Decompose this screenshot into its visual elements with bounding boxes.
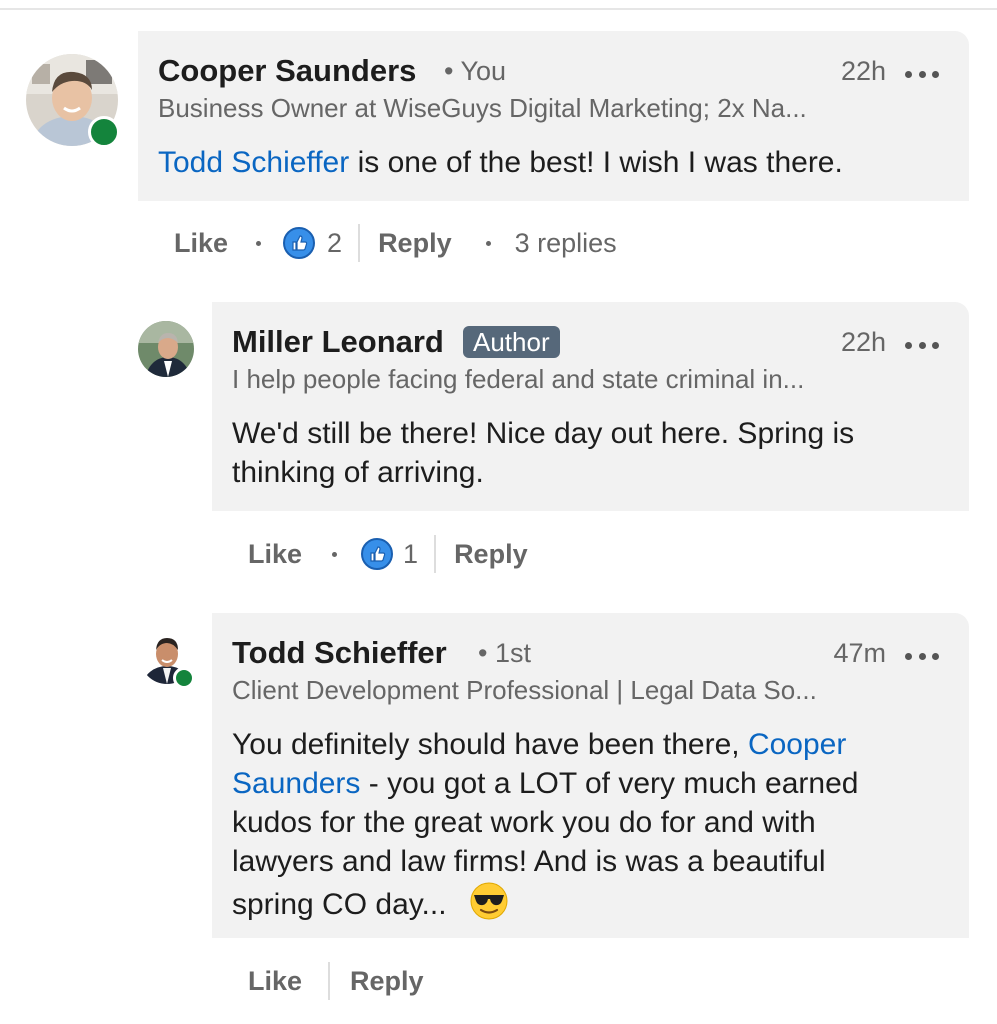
comment-text-line: spring CO day...: [232, 881, 962, 931]
separator-dot: [485, 240, 491, 246]
online-status-indicator: [173, 667, 195, 689]
mention-todd-schieffer[interactable]: Todd Schieffer: [158, 146, 349, 179]
comment-text: We'd still be there! Nice day out here. …: [232, 414, 962, 492]
comment-actions-cooper: Like 2 Reply 3 replies: [174, 223, 617, 263]
mention-cooper-saunders[interactable]: Saunders: [232, 767, 360, 800]
top-divider: [0, 8, 997, 10]
comment-time: 22h: [840, 56, 886, 86]
comment-text-body: is one of the best! I wish I was there.: [349, 146, 843, 179]
commenter-name[interactable]: Cooper Saunders: [158, 53, 416, 89]
online-status-indicator: [88, 116, 120, 148]
commenter-name[interactable]: Todd Schieffer: [232, 635, 447, 671]
comment-text: You definitely should have been there, C…: [232, 725, 962, 931]
comment-text-body: - you got a LOT of very much earned: [360, 767, 859, 800]
like-reaction-icon[interactable]: [283, 227, 316, 259]
like-button[interactable]: Like: [174, 228, 228, 259]
reply-button[interactable]: Reply: [454, 539, 528, 570]
comment-actions-todd: Like Reply: [248, 961, 424, 1001]
commenter-headline: I help people facing federal and state c…: [232, 364, 805, 394]
connection-degree: • 1st: [478, 638, 531, 668]
comment-actions-miller: Like 1 Reply: [248, 534, 528, 574]
commenter-name[interactable]: Miller Leonard: [232, 324, 444, 360]
comment-bubble-miller: Miller Leonard Author 22h I help people …: [212, 302, 969, 511]
commenter-headline: Business Owner at WiseGuys Digital Marke…: [158, 93, 807, 123]
connection-degree: • You: [444, 56, 507, 86]
avatar-miller[interactable]: [138, 321, 194, 377]
author-badge: Author: [463, 326, 560, 358]
comment-text-body: spring CO day...: [232, 887, 447, 921]
comment-bubble-cooper: Cooper Saunders • You 22h Business Owner…: [138, 31, 969, 201]
like-button[interactable]: Like: [248, 966, 302, 997]
avatar-cooper[interactable]: [26, 54, 120, 148]
separator-dot: [332, 551, 338, 557]
more-options-icon[interactable]: [905, 340, 939, 350]
reaction-count[interactable]: 1: [403, 539, 418, 570]
comment-text-line: You definitely should have been there, C…: [232, 725, 962, 764]
like-button[interactable]: Like: [248, 539, 302, 570]
avatar-todd[interactable]: [140, 630, 195, 689]
action-divider: [328, 962, 331, 1000]
more-options-icon[interactable]: [905, 651, 939, 661]
commenter-headline: Client Development Professional | Legal …: [232, 675, 817, 705]
smiling-face-with-sunglasses-icon: [469, 881, 509, 931]
avatar-miller-photo: [138, 321, 194, 377]
comment-text: Todd Schieffer is one of the best! I wis…: [158, 143, 958, 182]
separator-dot: [256, 240, 262, 246]
comment-bubble-todd: Todd Schieffer • 1st 47m Client Developm…: [212, 613, 969, 938]
comment-text-line: We'd still be there! Nice day out here. …: [232, 417, 855, 450]
reaction-count[interactable]: 2: [327, 228, 342, 259]
reply-button[interactable]: Reply: [350, 966, 424, 997]
action-divider: [434, 535, 437, 573]
replies-count-link[interactable]: 3 replies: [515, 228, 617, 259]
mention-cooper-saunders[interactable]: Cooper: [748, 728, 846, 761]
like-reaction-icon[interactable]: [361, 538, 394, 570]
more-options-icon[interactable]: [905, 69, 939, 79]
comment-text-body: You definitely should have been there,: [232, 728, 748, 761]
comment-text-line: lawyers and law firms! And is was a beau…: [232, 845, 826, 878]
comment-text-line: kudos for the great work you do for and …: [232, 806, 816, 839]
comment-time: 22h: [840, 327, 886, 357]
comment-text-line: thinking of arriving.: [232, 456, 484, 489]
reply-button[interactable]: Reply: [378, 228, 452, 259]
comment-time: 47m: [833, 638, 886, 668]
action-divider: [358, 224, 361, 262]
comment-text-line: Saunders - you got a LOT of very much ea…: [232, 764, 962, 803]
